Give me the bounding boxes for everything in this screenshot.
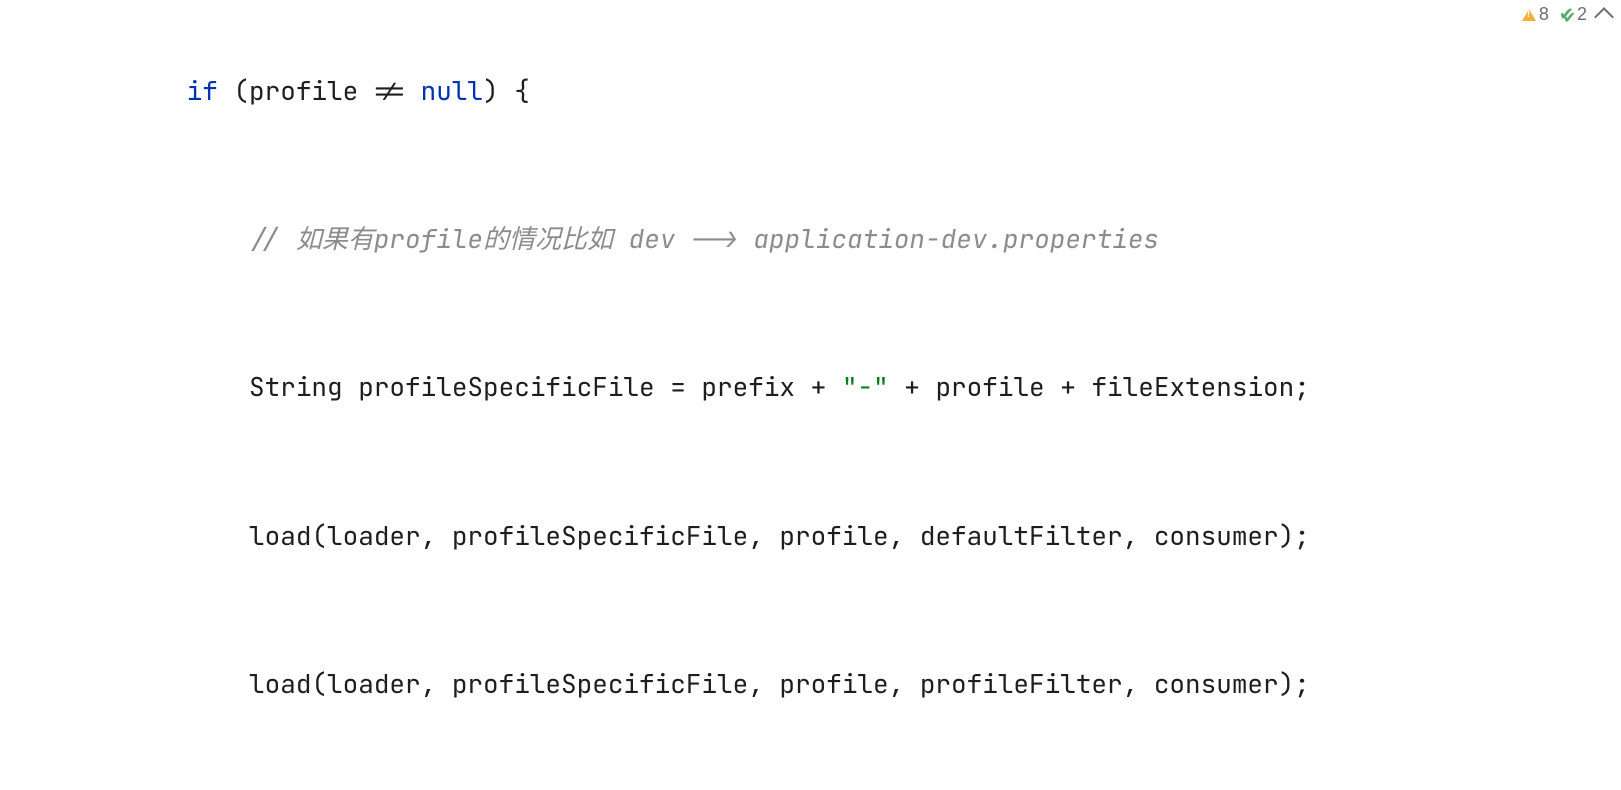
code-line[interactable]: // 如果有profile的情况比如 dev --> application-d… [0, 214, 1528, 264]
code-line[interactable]: if (profile != null) { [0, 66, 1528, 116]
warning-count: 8 [1539, 4, 1549, 25]
string-literal: "-" [842, 369, 889, 404]
chevron-up-icon[interactable] [1594, 7, 1614, 27]
keyword-if: if [187, 73, 218, 108]
code-line[interactable]: load(loader, profileSpecificFile, profil… [0, 659, 1528, 709]
check-icon [1559, 4, 1574, 25]
keyword-null: null [421, 73, 483, 108]
comment: // 如果有profile的情况比如 dev --> application-d… [249, 221, 1159, 256]
ok-count: 2 [1577, 4, 1587, 25]
inspection-widget[interactable]: 8 2 [1522, 4, 1611, 25]
code-editor[interactable]: if (profile != null) { // 如果有profile的情况比… [0, 0, 1528, 790]
ok-indicator[interactable]: 2 [1559, 4, 1587, 25]
code-line[interactable]: load(loader, profileSpecificFile, profil… [0, 511, 1528, 561]
code-line[interactable]: String profileSpecificFile = prefix + "-… [0, 362, 1528, 412]
